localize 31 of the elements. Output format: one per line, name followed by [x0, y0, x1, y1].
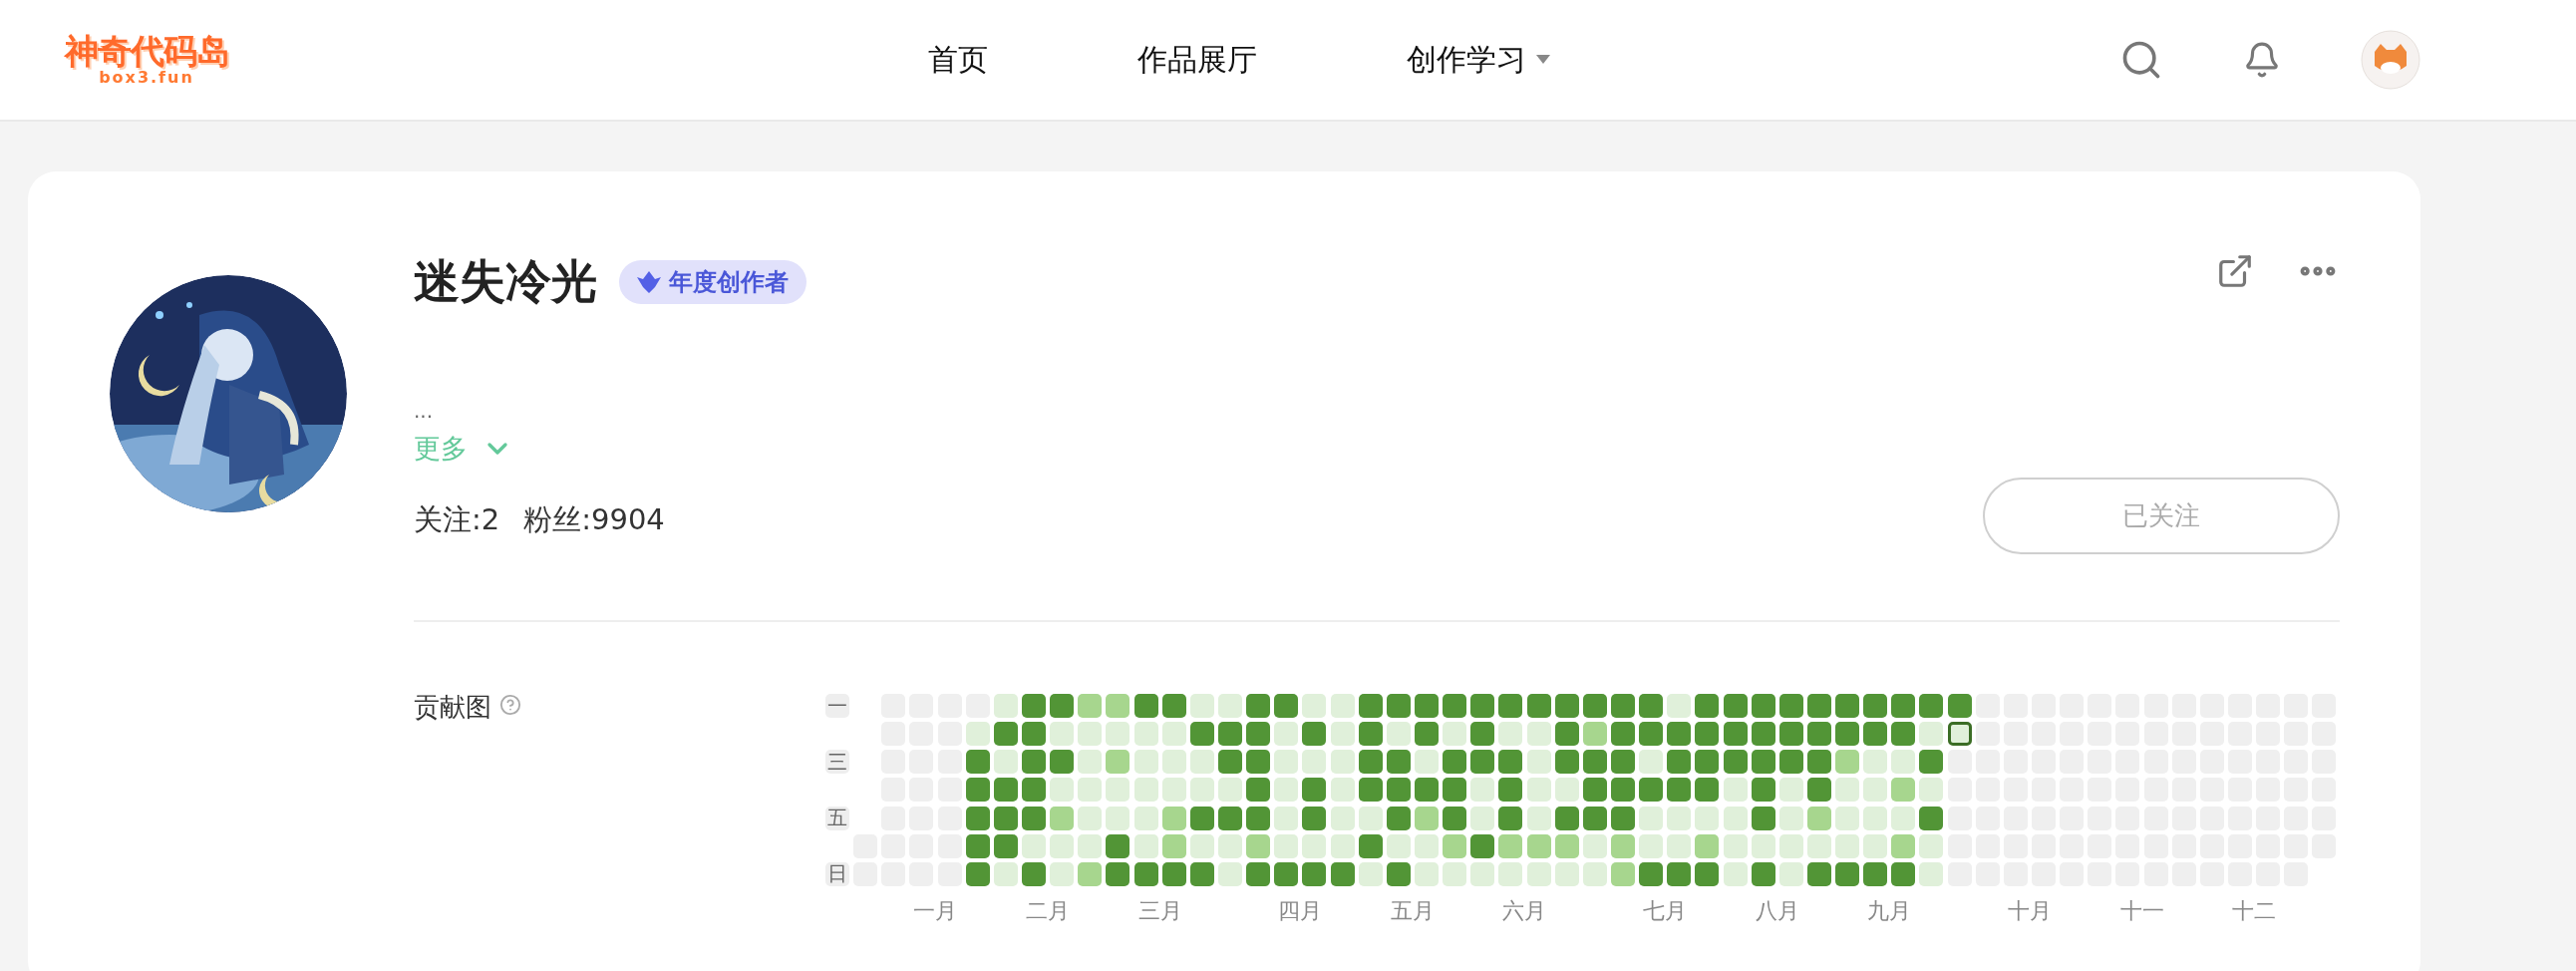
avatar-icon[interactable] [2361, 30, 2420, 90]
stat-text: 粉丝:9904 [523, 501, 665, 538]
stat-text: 关注:2 [414, 501, 500, 538]
month-label: 六月 [1501, 897, 1548, 925]
crown-icon [637, 271, 661, 293]
bio-text: ... [414, 401, 435, 421]
creator-badge: 年度创作者 [619, 260, 806, 304]
weekday-label: 三 [825, 750, 849, 775]
month-label: 十月 [2006, 897, 2053, 925]
user-name: 迷失冷光 [414, 253, 597, 310]
nav-link[interactable]: 作品展厅 [1137, 39, 1257, 81]
weekday-label: 日 [825, 861, 849, 886]
month-label: 十一 [2118, 897, 2165, 925]
caret-icon [1536, 55, 1550, 65]
month-label: 五月 [1389, 897, 1436, 925]
nav-link[interactable]: 首页 [928, 39, 988, 81]
month-label: 二月 [1025, 897, 1072, 925]
nav-link[interactable]: 创作学习 [1407, 39, 1550, 81]
share-icon[interactable] [2216, 252, 2254, 290]
section-title: 贡献图 [414, 694, 491, 720]
month-label: 四月 [1277, 897, 1324, 925]
month-label: 三月 [1136, 897, 1183, 925]
month-label: 九月 [1866, 897, 1913, 925]
month-label: 十二 [2231, 897, 2278, 925]
month-label: 一月 [912, 897, 959, 925]
month-label: 七月 [1642, 897, 1689, 925]
weekday-label: 一 [825, 694, 849, 718]
weekday-label: 五 [825, 806, 849, 830]
month-label: 八月 [1754, 897, 1800, 925]
bell-icon[interactable] [2243, 41, 2281, 79]
help-icon[interactable] [499, 694, 521, 716]
